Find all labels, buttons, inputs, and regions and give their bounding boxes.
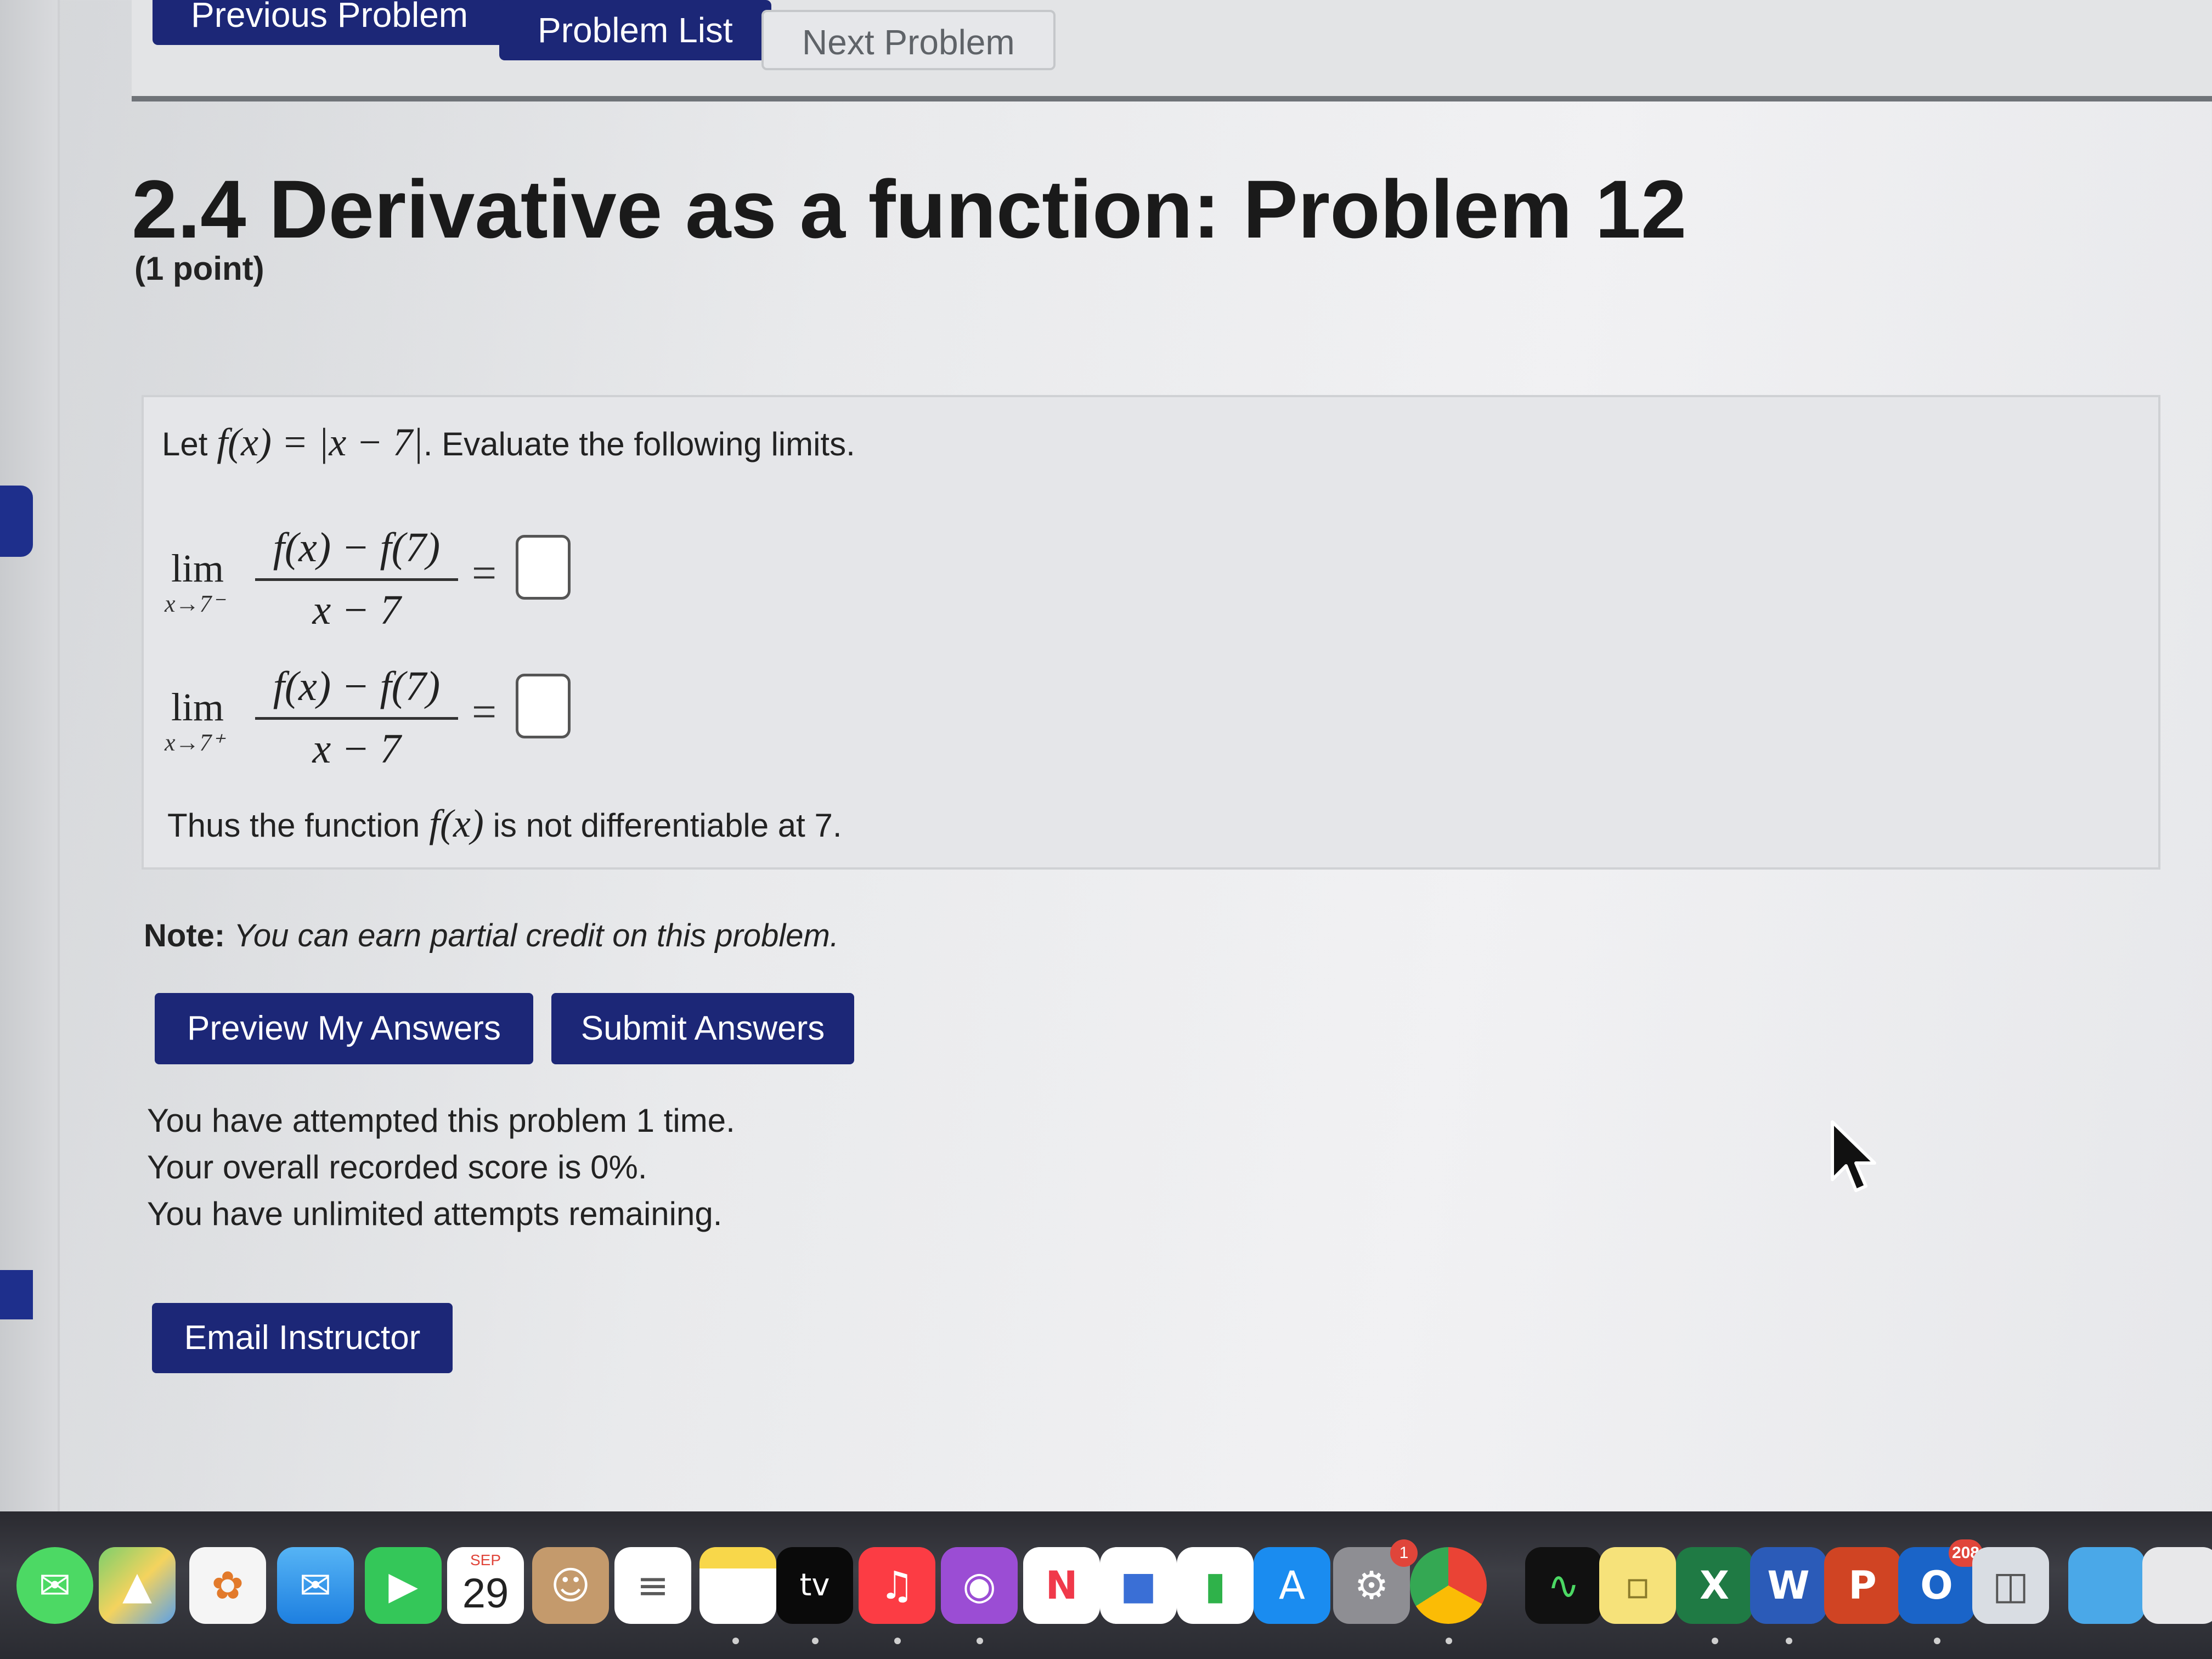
notes-icon[interactable]: [699, 1547, 776, 1624]
equals-sign: =: [472, 549, 497, 597]
app-store-icon[interactable]: A: [1254, 1547, 1330, 1624]
difference-quotient: f(x) − f(7) x − 7: [252, 663, 461, 773]
running-indicator: [977, 1638, 983, 1644]
calendar-month: SEP: [470, 1551, 501, 1568]
preview-answers-button[interactable]: Preview My Answers: [155, 993, 533, 1064]
documents-icon[interactable]: [2142, 1547, 2212, 1624]
sidebar-tab-lower[interactable]: [0, 1270, 33, 1319]
intro-function: f(x) = |x − 7|: [217, 420, 424, 464]
powerpoint-icon[interactable]: P: [1824, 1547, 1901, 1624]
facetime-icon[interactable]: ▶: [365, 1547, 442, 1624]
thus-suffix: is not differentiable at 7.: [493, 807, 842, 844]
note-text: You can earn partial credit on this prob…: [234, 918, 839, 953]
preview-icon[interactable]: ◫: [1972, 1547, 2049, 1624]
email-instructor-button[interactable]: Email Instructor: [152, 1303, 453, 1373]
left-limit-expression: lim x→7⁻ f(x) − f(7) x − 7 =: [165, 524, 636, 645]
maps-icon[interactable]: ▲: [99, 1547, 176, 1624]
thus-prefix: Thus the function: [167, 807, 420, 844]
lim-label: lim: [171, 685, 224, 729]
outlook-icon[interactable]: O 208: [1898, 1539, 1983, 1624]
running-indicator: [1786, 1638, 1792, 1644]
contacts-icon[interactable]: ☺: [532, 1547, 609, 1624]
news-icon[interactable]: N: [1023, 1547, 1100, 1624]
excel-icon[interactable]: X: [1676, 1547, 1753, 1624]
numbers-icon[interactable]: ▮: [1177, 1547, 1254, 1624]
right-limit-expression: lim x→7⁺ f(x) − f(7) x − 7 =: [165, 663, 636, 783]
problem-points: (1 point): [134, 250, 264, 287]
fraction-numerator: f(x) − f(7): [273, 663, 441, 709]
partial-credit-note: Note: You can earn partial credit on thi…: [144, 917, 839, 954]
previous-problem-button[interactable]: Previous Problem: [153, 0, 507, 45]
lim-approach: x→7⁻: [165, 590, 224, 617]
thus-function: f(x): [428, 802, 484, 845]
problem-intro: Let f(x) = |x − 7|. Evaluate the followi…: [162, 420, 855, 465]
apple-tv-label: tv: [799, 1567, 830, 1603]
intro-let: Let: [162, 426, 208, 462]
apple-tv-icon[interactable]: tv: [776, 1547, 853, 1624]
running-indicator: [1446, 1638, 1452, 1644]
mouse-pointer-icon: [1831, 1120, 1876, 1192]
left-limit-answer-input[interactable]: [516, 535, 571, 600]
stickies-icon[interactable]: ▫: [1599, 1547, 1676, 1624]
word-icon[interactable]: W: [1750, 1547, 1827, 1624]
messages-icon[interactable]: ✉: [16, 1547, 93, 1624]
mail-icon[interactable]: ✉: [277, 1547, 354, 1624]
system-settings-icon[interactable]: ⚙ 1: [1333, 1539, 1418, 1624]
running-indicator: [732, 1638, 739, 1644]
score-text: Your overall recorded score is 0%.: [147, 1149, 647, 1186]
keynote-icon[interactable]: ■: [1100, 1547, 1177, 1624]
attempts-text: You have attempted this problem 1 time.: [147, 1102, 735, 1139]
running-indicator: [1934, 1638, 1940, 1644]
music-icon[interactable]: ♫: [859, 1547, 935, 1624]
folder-icon[interactable]: [2068, 1547, 2145, 1624]
activity-monitor-icon[interactable]: ∿: [1525, 1547, 1602, 1624]
right-limit-answer-input[interactable]: [516, 674, 571, 738]
fraction-denominator: x − 7: [312, 587, 401, 633]
fraction-numerator: f(x) − f(7): [273, 524, 441, 571]
reminders-icon[interactable]: ≡: [614, 1547, 691, 1624]
running-indicator: [1712, 1638, 1718, 1644]
intro-rest: . Evaluate the following limits.: [423, 426, 855, 462]
equals-sign: =: [472, 688, 497, 736]
sidebar-tab[interactable]: [0, 486, 33, 557]
running-indicator: [894, 1638, 901, 1644]
submit-answers-button[interactable]: Submit Answers: [551, 993, 854, 1064]
lim-approach: x→7⁺: [165, 729, 224, 756]
note-label: Note:: [144, 918, 225, 953]
podcasts-icon[interactable]: ◉: [941, 1547, 1018, 1624]
problem-title: 2.4 Derivative as a function: Problem 12: [132, 163, 1687, 255]
fraction-denominator: x − 7: [312, 726, 401, 772]
conclusion-text: Thus the function f(x) is not differenti…: [167, 801, 842, 847]
remaining-attempts-text: You have unlimited attempts remaining.: [147, 1195, 723, 1232]
next-problem-button[interactable]: Next Problem: [761, 10, 1056, 70]
settings-badge: 1: [1390, 1539, 1418, 1567]
problem-list-button[interactable]: Problem List: [499, 0, 771, 60]
running-indicator: [812, 1638, 819, 1644]
calendar-icon[interactable]: SEP 29: [447, 1547, 524, 1624]
photos-icon[interactable]: ✿: [189, 1547, 266, 1624]
lim-label: lim: [171, 546, 224, 590]
difference-quotient: f(x) − f(7) x − 7: [252, 524, 461, 634]
calendar-day: 29: [462, 1570, 509, 1617]
chrome-icon[interactable]: [1410, 1547, 1487, 1624]
